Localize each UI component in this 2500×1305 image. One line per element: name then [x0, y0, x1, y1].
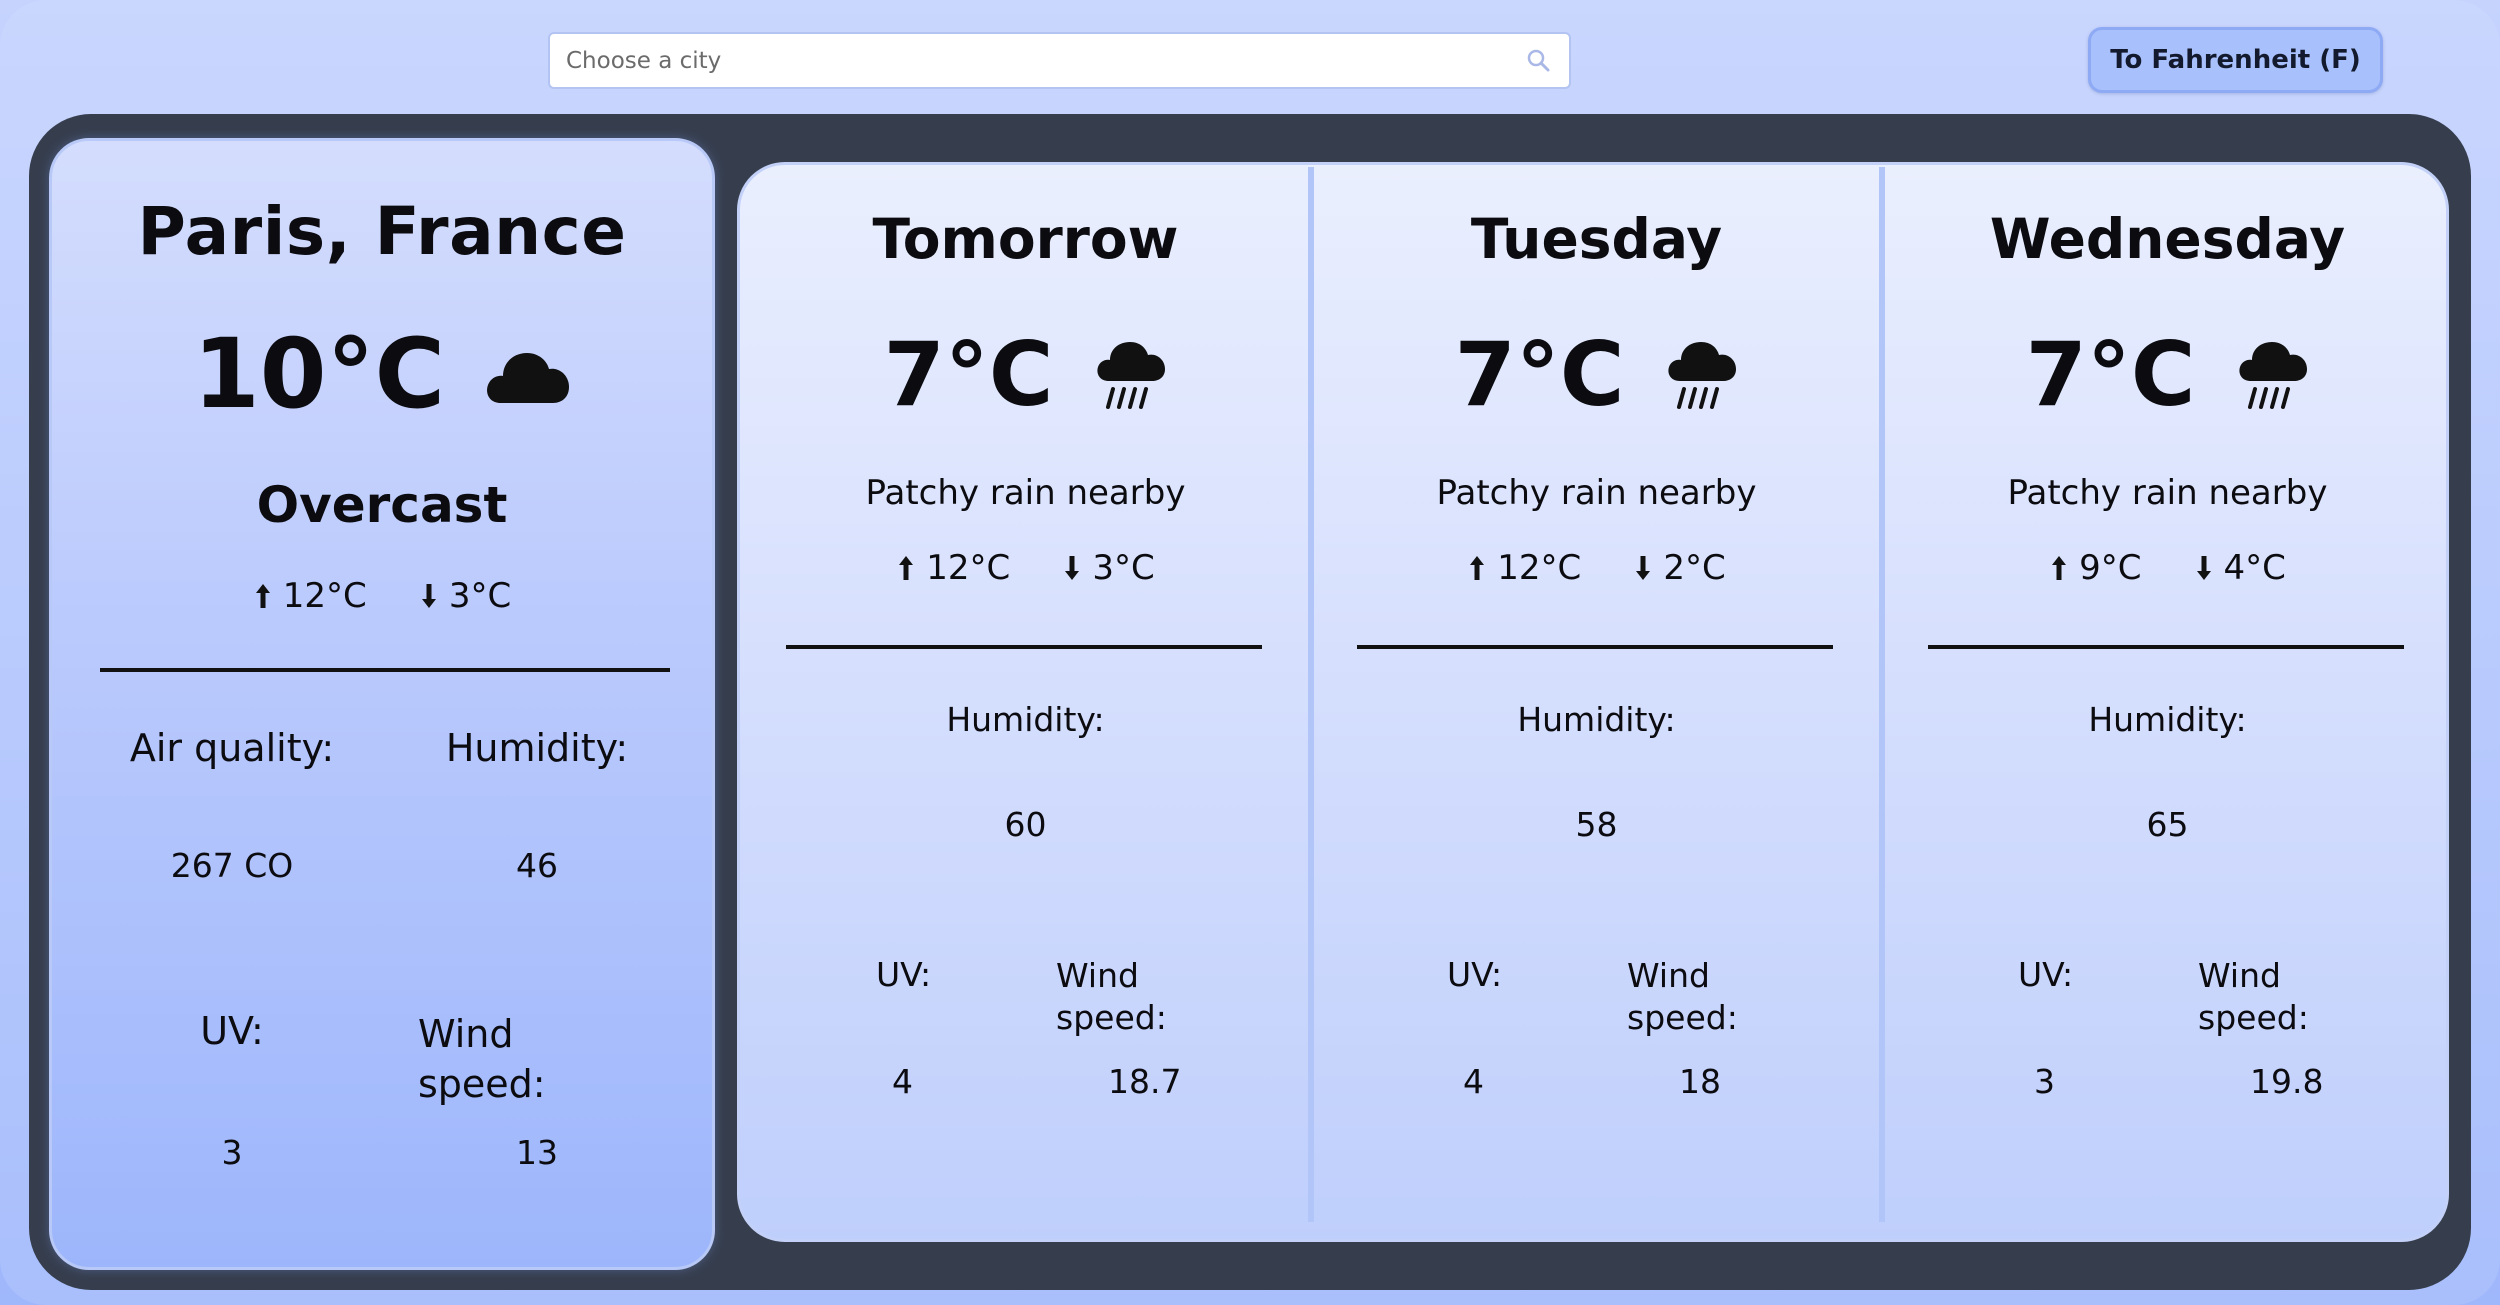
uv-value: 3	[2034, 1062, 2055, 1101]
rain-cloud-icon	[2239, 342, 2308, 409]
forecast-low-value: 4°C	[2223, 548, 2286, 588]
current-high-value: 12°C	[282, 576, 367, 616]
forecast-day-name: Wednesday	[1989, 207, 2346, 271]
arrow-down-icon	[2196, 556, 2211, 580]
current-temp-range: 12°C 3°C	[52, 576, 712, 616]
current-low-value: 3°C	[448, 576, 512, 616]
forecast-day-name: Tomorrow	[872, 207, 1179, 271]
app-window: To Fahrenheit (F) Paris, France 10°C Ove…	[0, 0, 2500, 1305]
forecast-low: 4°C	[2194, 548, 2286, 588]
forecast-temperature: 7°C	[883, 323, 1054, 426]
forecast-high-value: 12°C	[1497, 548, 1582, 588]
forecast-condition: Patchy rain nearby	[1436, 473, 1757, 513]
arrow-down-icon	[1065, 556, 1080, 580]
arrow-down-icon	[1636, 556, 1651, 580]
arrow-up-icon	[2052, 556, 2067, 580]
humidity-label: Humidity:	[2088, 700, 2247, 739]
wind-speed-label: Wind speed:	[1056, 956, 1167, 1037]
divider	[786, 645, 1262, 649]
forecast-panel: Tomorrow 7°C Patchy rain nearby 12°C 3°C…	[737, 162, 2449, 1242]
forecast-temp-row: 7°C	[1311, 325, 1882, 425]
forecast-day-card: Wednesday 7°C Patchy rain nearby 9°C 4°C…	[1882, 165, 2446, 1239]
forecast-temperature: 7°C	[2025, 323, 2196, 426]
city-search-input[interactable]	[550, 34, 1510, 87]
forecast-day-name: Tuesday	[1470, 207, 1723, 271]
search-icon[interactable]	[1525, 47, 1553, 75]
current-high: 12°C	[253, 576, 367, 616]
forecast-temp-row: 7°C	[1882, 323, 2446, 426]
wind-speed-label: Wind speed:	[418, 1012, 546, 1106]
uv-value: 4	[892, 1062, 913, 1101]
wind-speed-label: Wind speed:	[2198, 956, 2309, 1037]
rain-cloud-icon	[1668, 342, 1737, 409]
humidity-label: Humidity:	[946, 700, 1105, 739]
forecast-low: 2°C	[1633, 548, 1726, 588]
forecast-high: 12°C	[896, 548, 1010, 588]
humidity-label: Humidity:	[445, 726, 629, 770]
forecast-low: 3°C	[1062, 548, 1155, 588]
wind-speed-value: 18	[1679, 1062, 1721, 1101]
forecast-condition: Patchy rain nearby	[2007, 473, 2328, 513]
uv-value: 4	[1463, 1062, 1484, 1101]
wind-speed-value: 18.7	[1108, 1062, 1182, 1101]
forecast-temp-range: 12°C 3°C	[740, 548, 1311, 588]
forecast-high: 12°C	[1467, 548, 1581, 588]
forecast-condition: Patchy rain nearby	[865, 473, 1186, 513]
arrow-up-icon	[255, 584, 270, 608]
uv-value: 3	[221, 1133, 243, 1172]
wind-speed-value: 19.8	[2250, 1062, 2324, 1101]
forecast-day-card: Tomorrow 7°C Patchy rain nearby 12°C 3°C…	[740, 165, 1311, 1239]
divider	[1357, 645, 1833, 649]
current-weather-card: Paris, France 10°C Overcast 12°C 3°C Air…	[49, 138, 715, 1270]
arrow-down-icon	[421, 584, 436, 608]
forecast-high-value: 9°C	[2079, 548, 2142, 588]
uv-label: UV:	[2018, 955, 2074, 994]
city-search[interactable]	[548, 32, 1571, 89]
city-name: Paris, France	[137, 193, 627, 270]
air-quality-value: 267 CO	[170, 846, 294, 885]
forecast-low-value: 3°C	[1092, 548, 1155, 588]
forecast-temperature: 7°C	[1454, 323, 1625, 426]
forecast-temp-row: 7°C	[740, 325, 1311, 425]
humidity-label: Humidity:	[1517, 700, 1676, 739]
cloud-icon	[487, 353, 570, 403]
current-low: 3°C	[419, 576, 511, 616]
wind-speed-value: 13	[516, 1133, 558, 1172]
unit-toggle-button[interactable]: To Fahrenheit (F)	[2088, 27, 2383, 93]
arrow-up-icon	[1470, 556, 1485, 580]
forecast-day-card: Tuesday 7°C Patchy rain nearby 12°C 2°C …	[1311, 165, 1882, 1239]
forecast-high-value: 12°C	[926, 548, 1011, 588]
forecast-low-value: 2°C	[1663, 548, 1726, 588]
forecast-temp-range: 12°C 2°C	[1311, 548, 1882, 588]
rain-cloud-icon	[1097, 342, 1166, 409]
uv-label: UV:	[876, 955, 932, 994]
humidity-value: 65	[2146, 805, 2189, 844]
humidity-value: 60	[1004, 805, 1047, 844]
current-temperature: 10°C	[192, 318, 446, 430]
wind-speed-label: Wind speed:	[1627, 956, 1738, 1037]
arrow-up-icon	[899, 556, 914, 580]
divider	[1928, 645, 2404, 649]
divider	[100, 668, 670, 672]
uv-label: UV:	[1447, 955, 1503, 994]
current-condition: Overcast	[256, 476, 508, 534]
forecast-temp-range: 9°C 4°C	[1882, 548, 2446, 588]
uv-label: UV:	[200, 1009, 264, 1053]
air-quality-label: Air quality:	[129, 726, 335, 770]
forecast-high: 9°C	[2049, 548, 2142, 588]
current-temp-row: 10°C	[52, 319, 712, 429]
humidity-value: 46	[516, 846, 558, 885]
humidity-value: 58	[1575, 805, 1618, 844]
